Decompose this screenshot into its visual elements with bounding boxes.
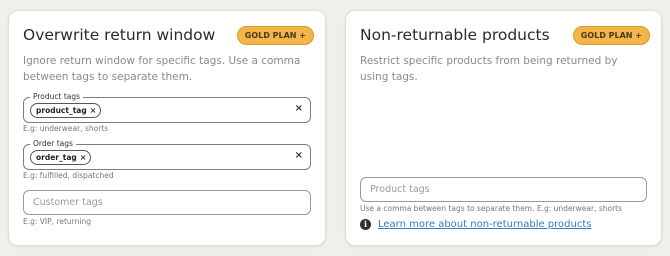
gold-plan-badge[interactable]: GOLD PLAN + (236, 26, 314, 45)
order-tags-field[interactable]: Order tags order_tag × × (23, 139, 311, 170)
product-tags-input[interactable] (360, 177, 647, 202)
customer-tags-helper: E.g: VIP, returning (23, 217, 91, 226)
clear-icon[interactable]: × (295, 103, 303, 114)
card-description: Restrict specific products from being re… (360, 55, 618, 83)
info-icon: i (360, 219, 371, 230)
order-tags-label: Order tags (30, 139, 76, 149)
overwrite-return-window-card: Overwrite return window GOLD PLAN + Igno… (8, 10, 326, 246)
customer-tags-input[interactable] (23, 190, 311, 215)
product-tags-helper: E.g: underwear, shorts (23, 124, 109, 133)
non-returnable-products-card: Non-returnable products GOLD PLAN + Rest… (345, 10, 662, 246)
product-tags-field[interactable]: Product tags product_tag × × (23, 92, 311, 123)
card-description: Ignore return window for specific tags. … (23, 55, 301, 83)
gold-plan-badge[interactable]: GOLD PLAN + (572, 26, 650, 45)
chip-label: product_tag (36, 106, 87, 115)
order-tags-helper: E.g: fulfilled, dispatched (23, 171, 114, 180)
remove-chip-icon[interactable]: × (90, 104, 97, 117)
remove-chip-icon[interactable]: × (80, 151, 87, 164)
product-tag-chip[interactable]: product_tag × (30, 103, 102, 118)
order-tag-chip[interactable]: order_tag × (30, 150, 92, 165)
learn-more-row: i Learn more about non-returnable produc… (360, 219, 591, 230)
chip-label: order_tag (36, 153, 77, 162)
learn-more-link[interactable]: Learn more about non-returnable products (378, 219, 591, 230)
card-title: Overwrite return window (23, 26, 216, 44)
clear-icon[interactable]: × (295, 150, 303, 161)
product-tags-helper: Use a comma between tags to separate the… (360, 204, 623, 213)
product-tags-label: Product tags (30, 92, 84, 102)
card-title: Non-returnable products (360, 26, 550, 44)
